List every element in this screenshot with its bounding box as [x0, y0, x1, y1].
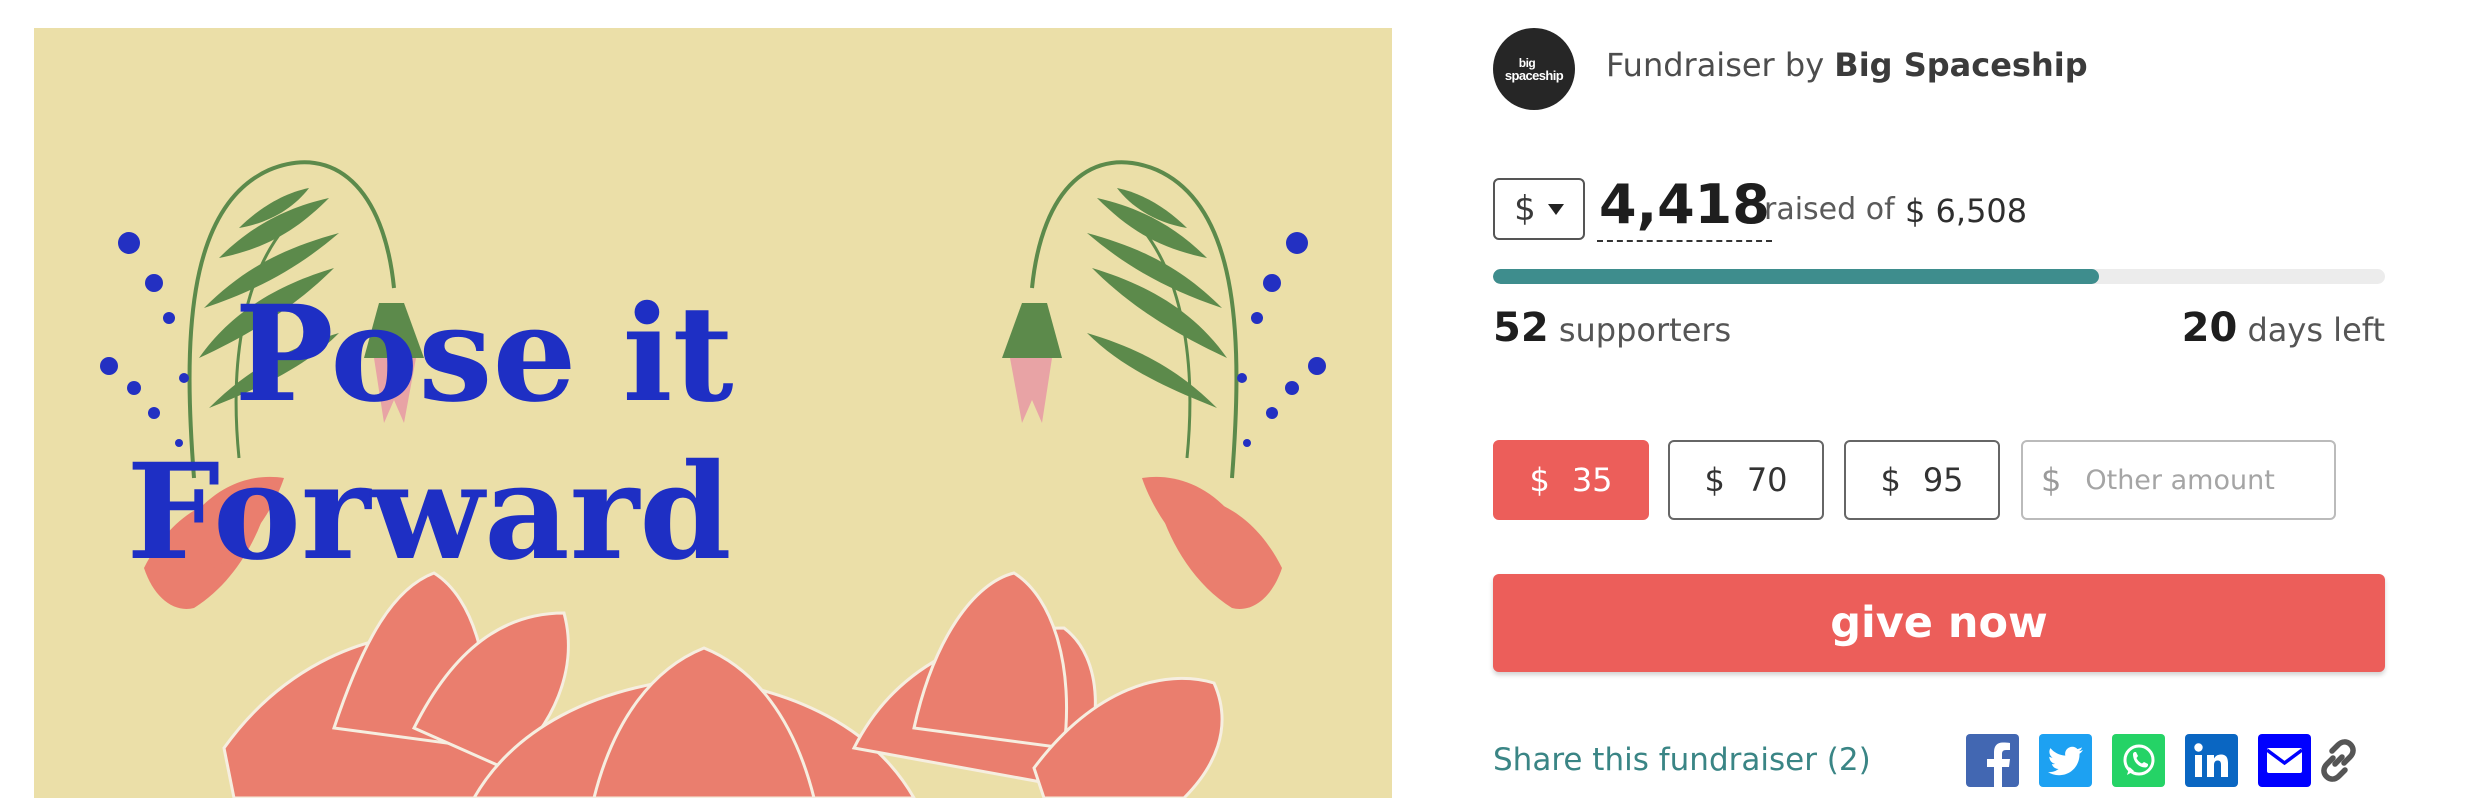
- fundraiser-cover-image: Pose it Forward: [34, 28, 1392, 798]
- other-amount-field[interactable]: $: [2021, 440, 2336, 520]
- twitter-icon[interactable]: [2039, 734, 2092, 787]
- amount-value: 70: [1746, 461, 1788, 499]
- avatar-text-line1: big: [1518, 55, 1536, 70]
- amount-option-95[interactable]: $ 95: [1844, 440, 2000, 520]
- days-left: 20 days left: [2182, 305, 2385, 351]
- cover-title-line1: Pose it: [234, 277, 733, 432]
- supporters-count: 52 supporters: [1493, 305, 1731, 351]
- email-icon[interactable]: [2258, 734, 2311, 787]
- amount-option-35[interactable]: $ 35: [1493, 440, 1649, 520]
- other-amount-currency: $: [2041, 461, 2062, 499]
- goal-amount: $ 6,508: [1905, 192, 2028, 230]
- right-plant-decoration: [1002, 160, 1326, 609]
- whatsapp-icon[interactable]: [2112, 734, 2165, 787]
- amount-value: 95: [1922, 461, 1964, 499]
- currency-symbol: $: [1514, 189, 1536, 229]
- organiser-avatar[interactable]: big spaceship: [1493, 28, 1575, 110]
- caret-down-icon: [1547, 203, 1564, 215]
- link-icon[interactable]: [2312, 734, 2365, 787]
- give-now-button[interactable]: give now: [1493, 574, 2385, 672]
- days-label: days left: [2247, 311, 2385, 349]
- organiser-name[interactable]: Big Spaceship: [1834, 46, 2087, 84]
- other-amount-input[interactable]: [2083, 463, 2328, 497]
- linkedin-icon[interactable]: [2185, 734, 2238, 787]
- organiser-line: Fundraiser by Big Spaceship: [1606, 46, 2088, 84]
- amount-currency-symbol: $: [1880, 461, 1901, 499]
- amount-currency-symbol: $: [1529, 461, 1550, 499]
- avatar-text-line2: spaceship: [1504, 67, 1564, 83]
- days-number: 20: [2181, 305, 2238, 351]
- raised-of-label: raised of: [1764, 192, 1895, 227]
- amount-option-70[interactable]: $ 70: [1668, 440, 1824, 520]
- share-fundraiser-link[interactable]: Share this fundraiser (2): [1493, 742, 1871, 778]
- progress-bar: [1493, 269, 2385, 284]
- supporters-label: supporters: [1558, 311, 1732, 349]
- organiser-prefix: Fundraiser by: [1606, 46, 1825, 84]
- cover-title-line2: Forward: [126, 435, 731, 590]
- supporters-number: 52: [1493, 305, 1549, 351]
- amount-currency-symbol: $: [1704, 461, 1725, 499]
- progress-bar-fill: [1493, 269, 2099, 284]
- currency-selector[interactable]: $: [1493, 178, 1585, 240]
- raised-amount: 4,418: [1597, 170, 1772, 242]
- lotus-flowers-decoration: [222, 571, 1224, 798]
- facebook-icon[interactable]: [1966, 734, 2019, 787]
- amount-value: 35: [1571, 461, 1613, 499]
